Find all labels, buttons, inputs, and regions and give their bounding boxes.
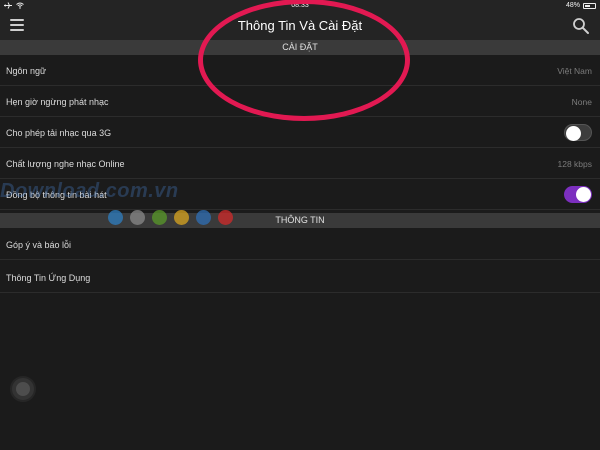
watermark-text: Download.com.vn [0,180,179,202]
row-label: Hẹn giờ ngừng phát nhạc [6,97,109,107]
row-label: Ngôn ngữ [6,66,47,76]
info-row-app-info[interactable]: Thông Tin Ứng Dụng [0,262,600,293]
row-label: Thông Tin Ứng Dụng [6,273,91,283]
row-value: 128 kbps [557,159,593,169]
row-label: Góp ý và báo lỗi [6,240,72,250]
assistive-touch-button[interactable] [10,376,36,402]
battery-percent: 48% [565,2,580,9]
watermark-dots [108,210,233,225]
sync-toggle[interactable] [564,186,592,203]
watermark-dot [130,210,145,225]
settings-row-quality[interactable]: Chất lượng nghe nhạc Online 128 kbps [0,148,600,179]
watermark-dot [174,210,189,225]
highlight-circle [198,0,410,121]
search-icon[interactable] [572,17,590,35]
battery-icon [583,2,596,9]
toggle-knob [566,126,581,141]
3g-download-toggle[interactable] [564,124,592,141]
watermark-dot [218,210,233,225]
watermark-dot [196,210,211,225]
toggle-knob [576,187,591,202]
row-label: Cho phép tải nhạc qua 3G [6,128,112,138]
info-row-feedback[interactable]: Góp ý và báo lỗi [0,229,600,260]
row-value: Việt Nam [557,66,592,76]
watermark-dot [108,210,123,225]
settings-row-3g-download: Cho phép tải nhạc qua 3G [0,117,600,148]
section-header-info: THÔNG TIN [0,213,600,228]
row-value: None [571,97,592,107]
row-label: Chất lượng nghe nhạc Online [6,159,125,169]
status-right: 48% [566,2,596,9]
watermark-dot [152,210,167,225]
